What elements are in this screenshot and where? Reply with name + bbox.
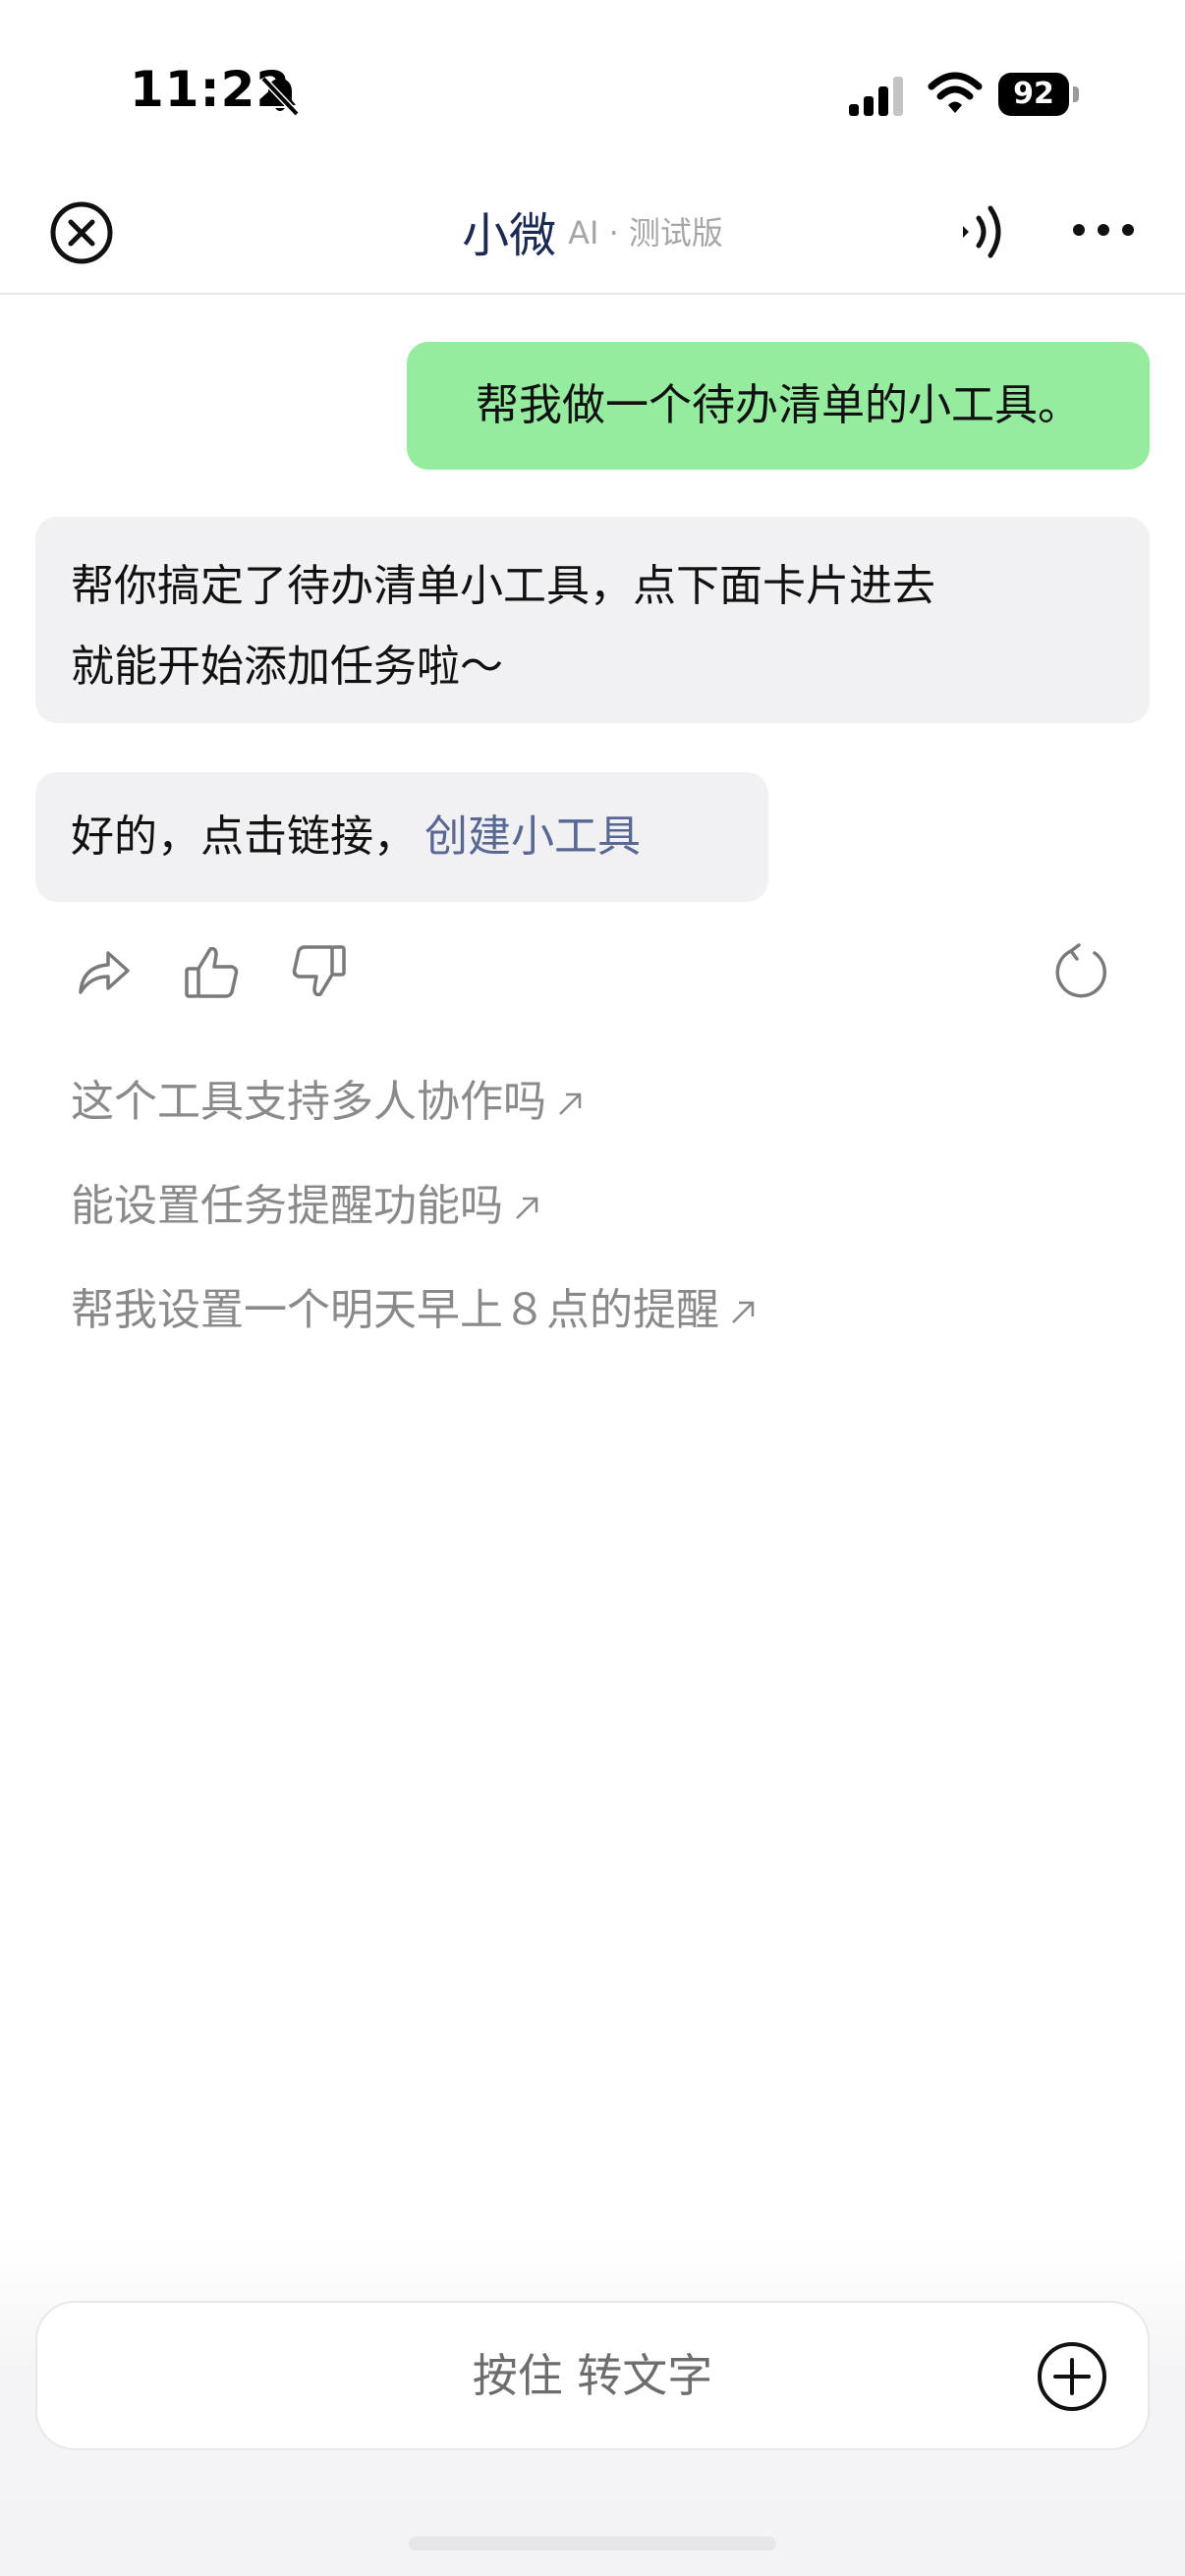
suggestion-text: 能设置任务提醒功能吗 <box>71 1181 503 1231</box>
bot-message: 帮你搞定了待办清单小工具，点下面卡片进去 就能开始添加任务啦～ <box>35 517 1150 723</box>
more-icon[interactable] <box>1071 218 1136 242</box>
bot-message-line: 帮你搞定了待办清单小工具，点下面卡片进去 <box>71 561 935 611</box>
suggestion-text: 这个工具支持多人协作吗 <box>71 1077 546 1127</box>
battery-icon: 92 <box>998 73 1081 116</box>
share-icon[interactable] <box>71 939 136 1004</box>
app-title: 小微 <box>462 208 557 263</box>
user-message: 帮我做一个待办清单的小工具。 <box>407 342 1150 470</box>
suggestion-item[interactable]: 能设置任务提醒功能吗 <box>71 1177 542 1236</box>
arrow-up-right-icon <box>732 1301 755 1323</box>
nav-divider <box>0 293 1185 295</box>
refresh-icon[interactable] <box>1049 939 1114 1004</box>
suggestion-item[interactable]: 帮我设置一个明天早上８点的提醒 <box>71 1281 759 1340</box>
home-indicator[interactable] <box>409 2537 776 2550</box>
bot-message-prefix: 好的，点击链接， <box>71 812 417 862</box>
suggestion-item[interactable]: 这个工具支持多人协作吗 <box>71 1073 586 1132</box>
battery-level: 92 <box>1013 77 1054 111</box>
sound-icon[interactable] <box>955 200 1010 263</box>
arrow-up-right-icon <box>516 1197 538 1219</box>
arrow-up-right-icon <box>559 1092 582 1115</box>
signal-icon <box>849 77 903 116</box>
bot-message-line: 就能开始添加任务啦～ <box>71 642 503 692</box>
wifi-icon <box>928 72 983 113</box>
bell-slash-icon <box>260 76 300 117</box>
thumbs-up-icon[interactable] <box>179 939 244 1004</box>
create-tool-link[interactable]: 创建小工具 <box>424 812 641 862</box>
bot-message-link-bubble: 好的，点击链接， 创建小工具 <box>35 772 768 902</box>
thumbs-down-icon[interactable] <box>287 939 352 1004</box>
app-subtitle: AI · 测试版 <box>568 214 723 252</box>
suggestion-text: 帮我设置一个明天早上８点的提醒 <box>71 1285 719 1335</box>
hold-to-talk-label[interactable]: 按住 转文字 <box>0 2301 1185 2450</box>
plus-icon[interactable] <box>1036 2340 1108 2413</box>
